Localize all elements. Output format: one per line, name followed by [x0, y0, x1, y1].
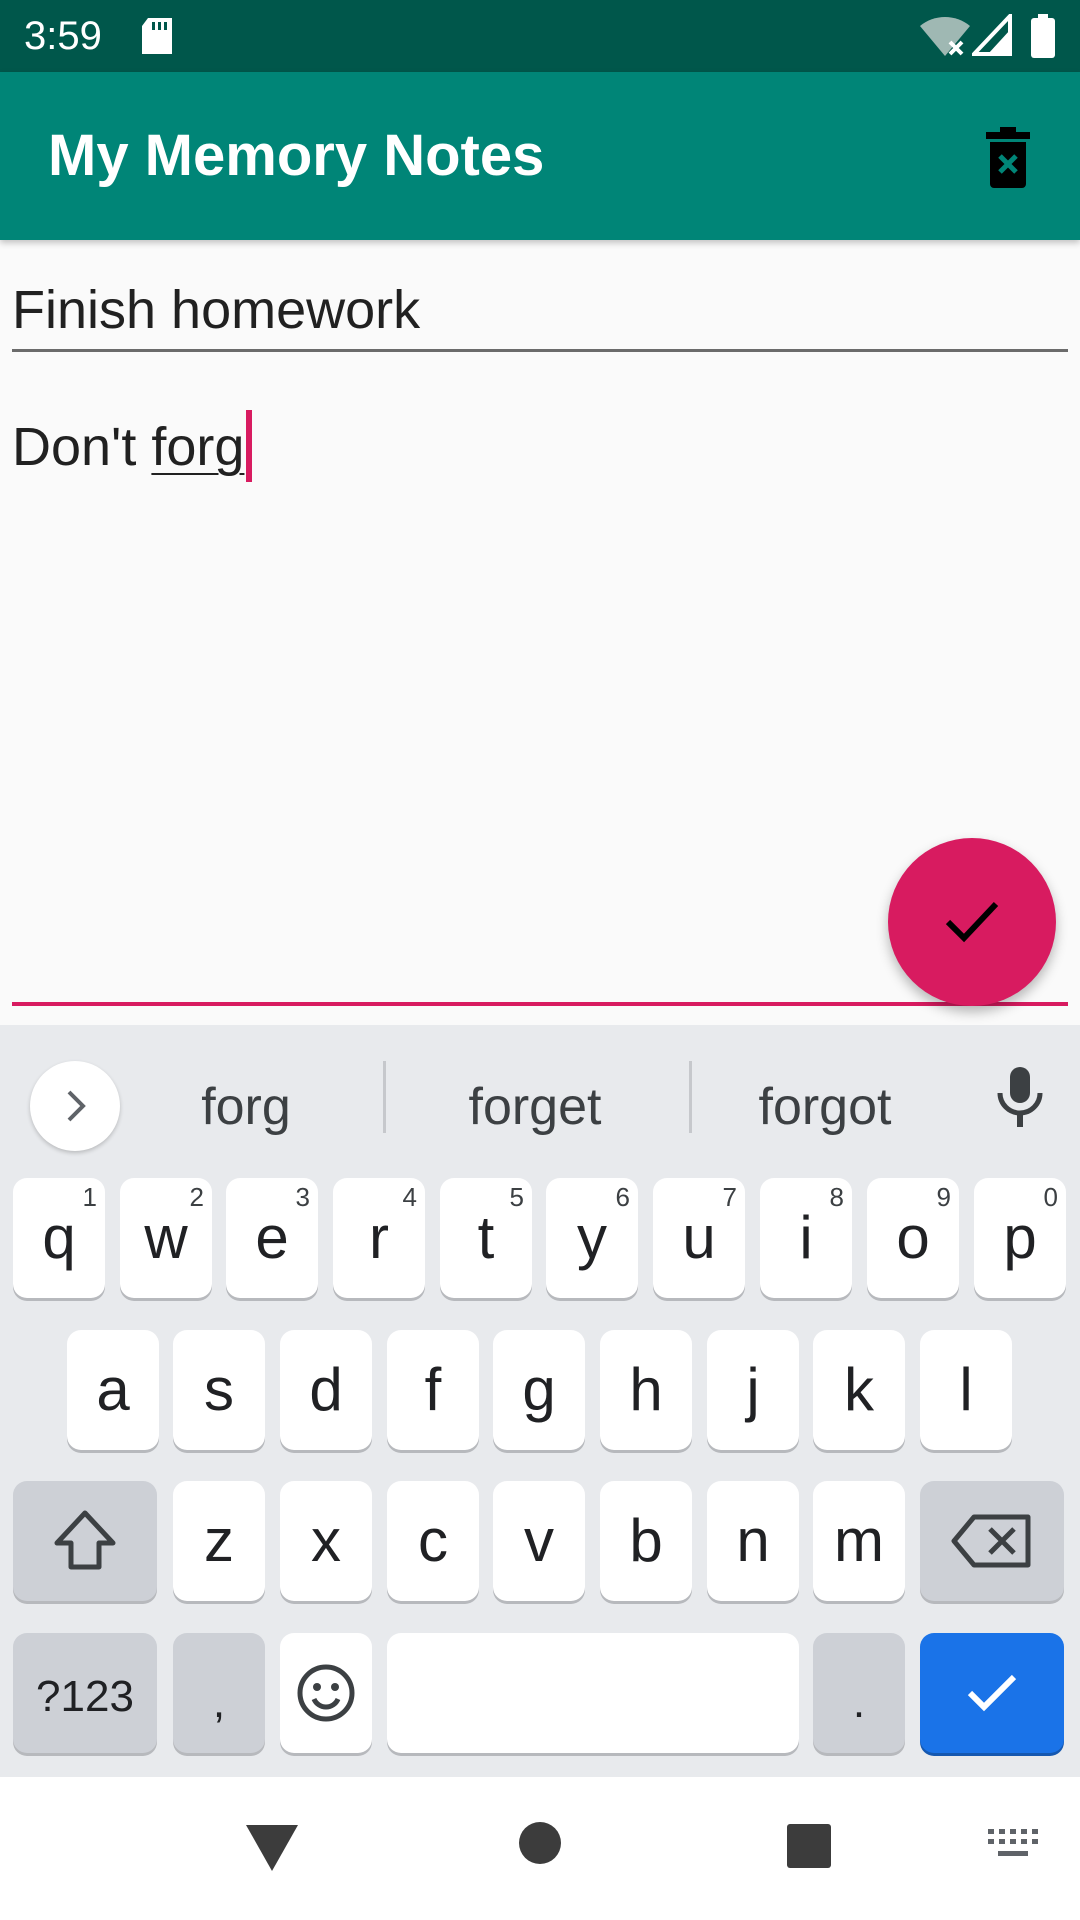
recents-icon[interactable]	[786, 1823, 832, 1874]
space-key[interactable]	[387, 1633, 799, 1753]
key-d[interactable]: d	[280, 1330, 372, 1450]
key-f[interactable]: f	[387, 1330, 479, 1450]
note-title-value: Finish homework	[12, 280, 421, 340]
comma-key[interactable]: ,	[173, 1633, 265, 1753]
note-title-field[interactable]: Finish homework	[12, 270, 1068, 352]
suggestion-1[interactable]: forg	[146, 1067, 346, 1147]
key-h[interactable]: h	[600, 1330, 692, 1450]
navigation-bar	[0, 1777, 1080, 1920]
key-n[interactable]: n	[707, 1481, 799, 1601]
key-k[interactable]: k	[813, 1330, 905, 1450]
key-s[interactable]: s	[173, 1330, 265, 1450]
keyboard-switch-icon[interactable]	[988, 1829, 1038, 1864]
key-e[interactable]: e3	[226, 1178, 318, 1298]
key-i[interactable]: i8	[760, 1178, 852, 1298]
key-y[interactable]: y6	[546, 1178, 638, 1298]
suggestion-divider	[383, 1061, 386, 1133]
key-g[interactable]: g	[493, 1330, 585, 1450]
key-r[interactable]: r4	[333, 1178, 425, 1298]
emoji-icon	[297, 1664, 355, 1722]
symbols-key[interactable]: ?123	[13, 1633, 157, 1753]
wifi-off-icon	[920, 14, 970, 63]
key-o[interactable]: o9	[867, 1178, 959, 1298]
key-b[interactable]: b	[600, 1481, 692, 1601]
key-a[interactable]: a	[67, 1330, 159, 1450]
expand-toolbar-button[interactable]	[30, 1061, 120, 1151]
app-title: My Memory Notes	[48, 123, 545, 188]
delete-button[interactable]	[972, 122, 1044, 194]
chevron-right-icon	[67, 1090, 86, 1122]
shift-icon	[54, 1510, 116, 1570]
key-v[interactable]: v	[493, 1481, 585, 1601]
key-z[interactable]: z	[173, 1481, 265, 1601]
key-c[interactable]: c	[387, 1481, 479, 1601]
note-body-text: Don't forg	[12, 410, 253, 484]
soft-keyboard: forg forget forgot q1 w2 e3 r4 t5 y6 u7 …	[0, 1025, 1080, 1777]
period-key[interactable]: .	[813, 1633, 905, 1753]
key-w[interactable]: w2	[120, 1178, 212, 1298]
emoji-key[interactable]	[280, 1633, 372, 1753]
key-q[interactable]: q1	[13, 1178, 105, 1298]
status-bar: 3:59	[0, 0, 1080, 72]
back-icon[interactable]	[244, 1823, 300, 1878]
delete-forever-icon	[986, 127, 1030, 188]
check-icon	[945, 901, 999, 943]
suggestion-divider	[689, 1061, 692, 1133]
shift-key[interactable]	[13, 1481, 157, 1601]
suggestion-3[interactable]: forgot	[710, 1067, 940, 1147]
key-m[interactable]: m	[813, 1481, 905, 1601]
key-x[interactable]: x	[280, 1481, 372, 1601]
note-body-prefix: Don't	[12, 417, 152, 477]
cell-signal-icon	[969, 10, 1012, 61]
enter-key[interactable]	[920, 1633, 1064, 1753]
backspace-key[interactable]	[920, 1481, 1064, 1601]
note-body-composing: forg	[151, 417, 245, 477]
sd-card-icon	[140, 16, 174, 61]
key-u[interactable]: u7	[653, 1178, 745, 1298]
key-l[interactable]: l	[920, 1330, 1012, 1450]
key-j[interactable]: j	[707, 1330, 799, 1450]
suggestion-bar: forg forget forgot	[0, 1025, 1080, 1155]
home-icon[interactable]	[518, 1821, 562, 1870]
microphone-icon[interactable]	[990, 1063, 1050, 1138]
key-t[interactable]: t5	[440, 1178, 532, 1298]
battery-icon	[1030, 14, 1056, 63]
app-bar: My Memory Notes	[0, 72, 1080, 240]
backspace-icon	[951, 1514, 1031, 1568]
key-p[interactable]: p0	[974, 1178, 1066, 1298]
text-cursor	[246, 410, 253, 482]
save-fab-button[interactable]	[888, 838, 1056, 1006]
suggestion-2[interactable]: forget	[410, 1067, 660, 1147]
check-icon	[967, 1674, 1017, 1712]
status-time: 3:59	[24, 14, 102, 58]
